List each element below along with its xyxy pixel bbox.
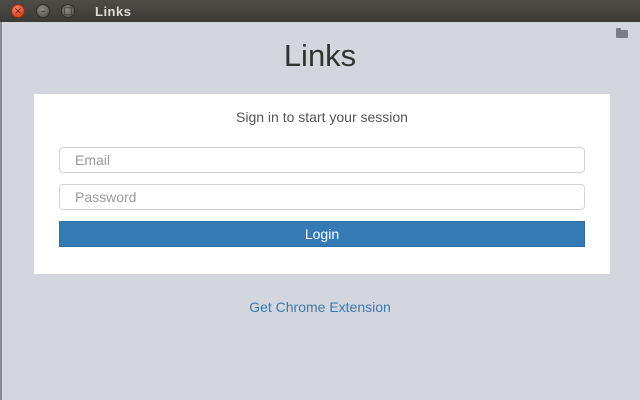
window-close-icon[interactable]: × — [11, 4, 25, 18]
folder-icon[interactable] — [616, 28, 628, 38]
get-chrome-extension-link[interactable]: Get Chrome Extension — [0, 299, 640, 315]
window-title: Links — [95, 4, 132, 19]
email-field[interactable] — [59, 147, 585, 173]
window-maximize-icon[interactable]: □ — [61, 4, 75, 18]
window-minimize-icon[interactable]: – — [36, 4, 50, 18]
window-titlebar[interactable]: × – □ Links — [0, 0, 640, 22]
login-box-message: Sign in to start your session — [236, 109, 408, 125]
page-title: Links — [283, 38, 357, 73]
password-field[interactable] — [59, 184, 585, 210]
login-box: Sign in to start your session Login — [34, 94, 610, 274]
window-left-border — [0, 22, 2, 400]
login-button[interactable]: Login — [59, 221, 585, 247]
